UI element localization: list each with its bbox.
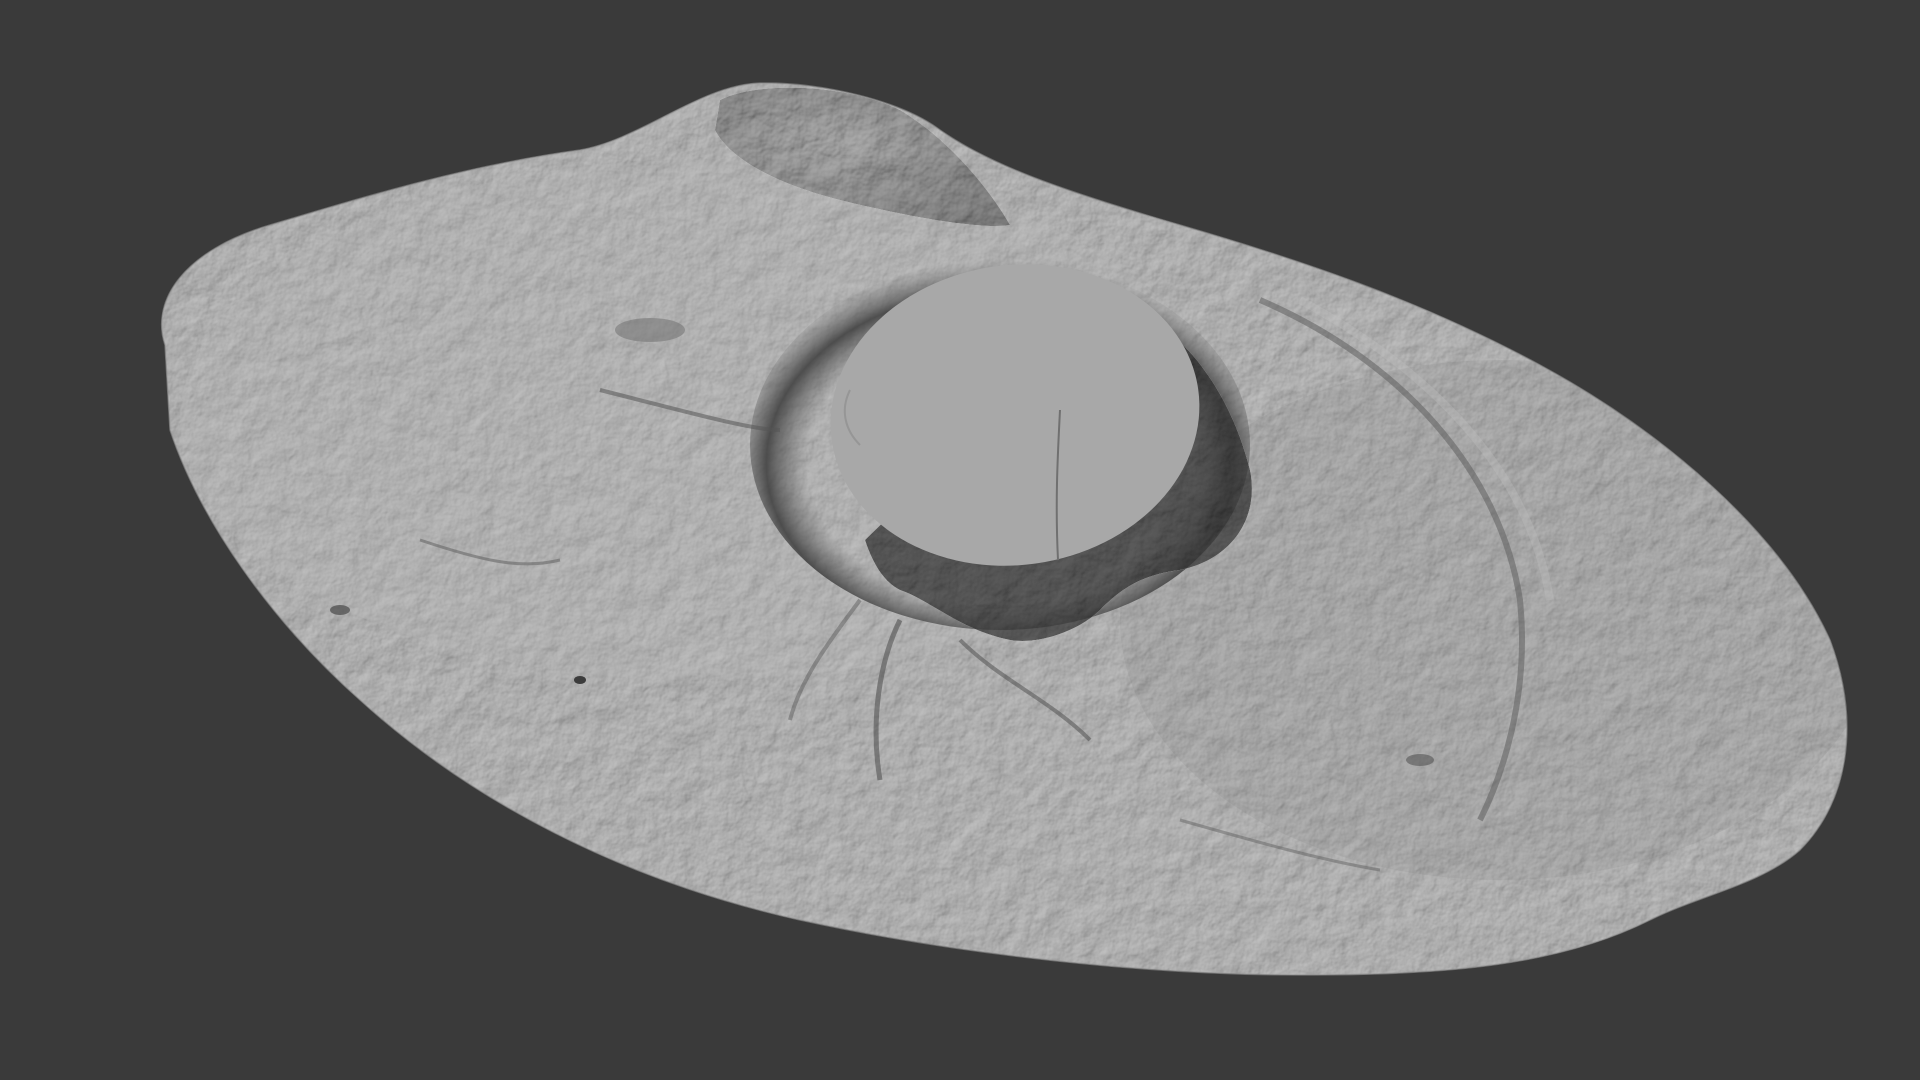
viewport-canvas[interactable] bbox=[0, 0, 1920, 1080]
3d-viewport[interactable] bbox=[0, 0, 1920, 1080]
scanned-terrain-mesh[interactable] bbox=[0, 0, 1920, 1080]
